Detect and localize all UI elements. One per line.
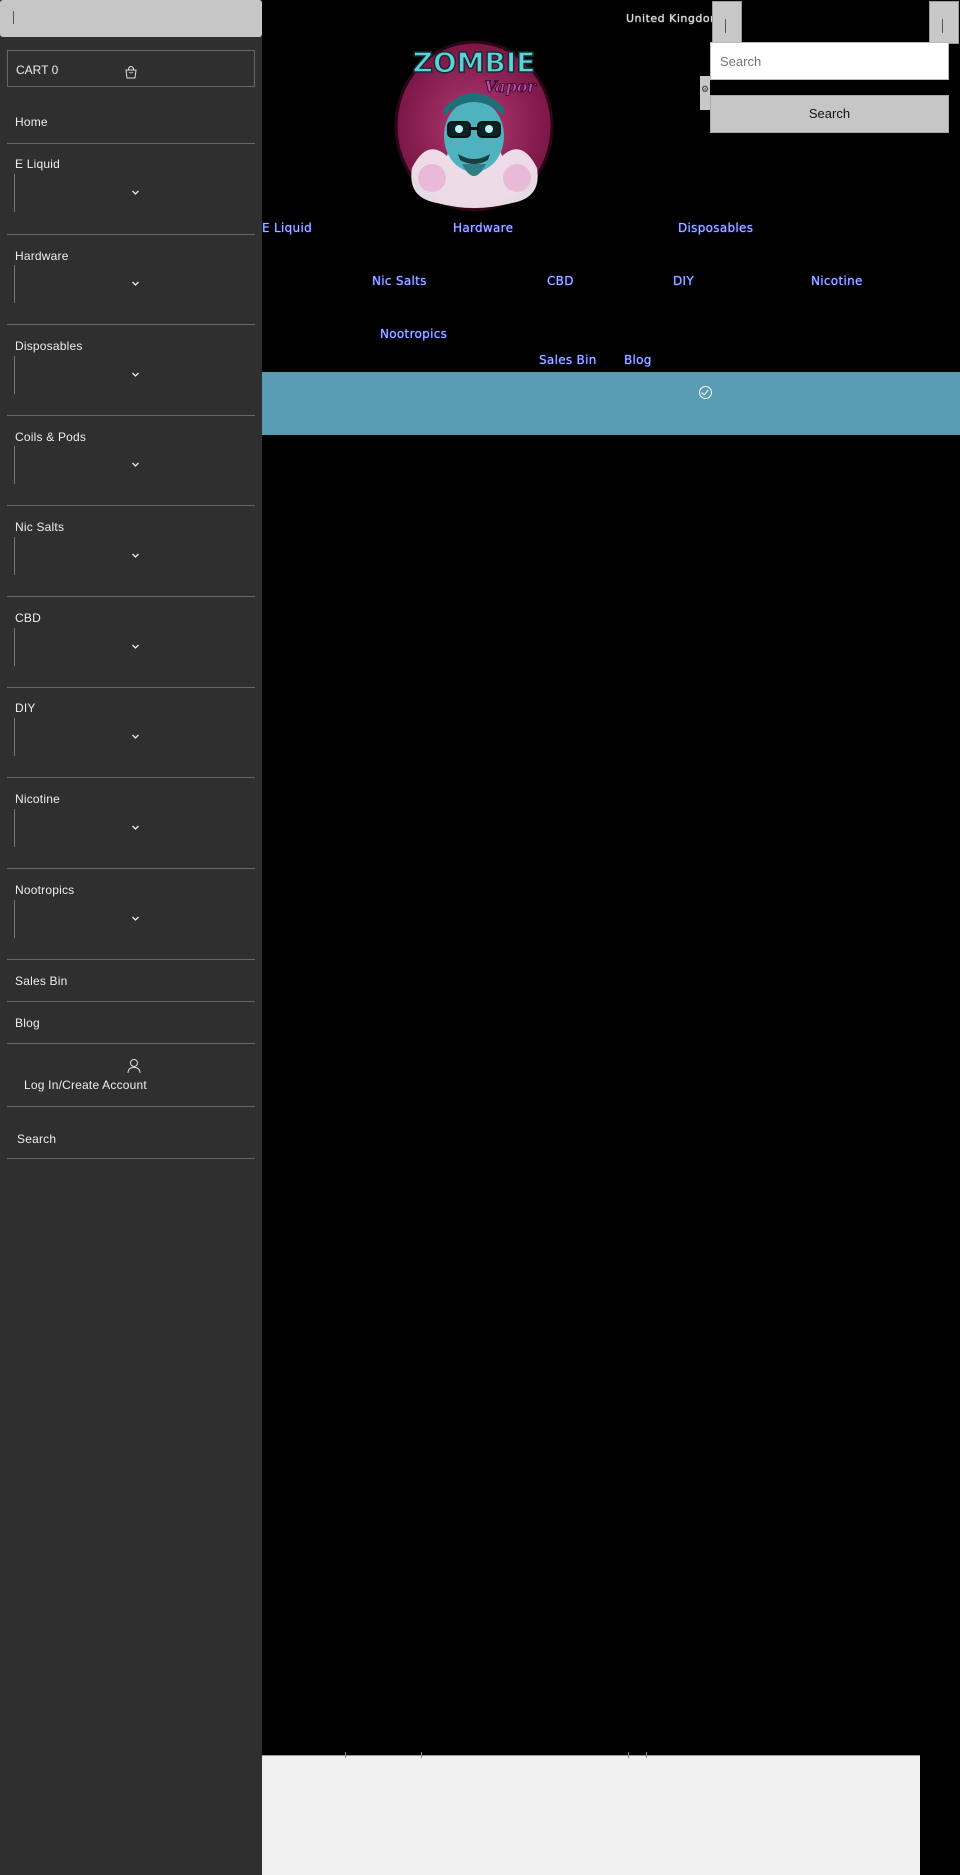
- drawer-item-cbd[interactable]: CBD: [7, 597, 255, 688]
- chevron-down-icon[interactable]: [131, 188, 140, 197]
- nav-hardware[interactable]: Hardware: [453, 221, 513, 235]
- nav-e-liquid[interactable]: E Liquid: [262, 221, 312, 235]
- nav-nicotine[interactable]: Nicotine: [811, 274, 863, 288]
- drawer-item-disposables[interactable]: Disposables: [7, 325, 255, 416]
- drawer-item-label: Nic Salts: [15, 520, 65, 534]
- logo-subtitle: Vapor: [484, 77, 537, 96]
- search-input[interactable]: [710, 42, 949, 80]
- footer-divider: [421, 1752, 422, 1758]
- nav-blog[interactable]: Blog: [624, 353, 652, 367]
- dropdown-select[interactable]: [14, 356, 15, 394]
- drawer-item-label: Home: [15, 115, 48, 129]
- chevron-down-icon[interactable]: [131, 823, 140, 832]
- drawer-item-sales-bin[interactable]: Sales Bin: [7, 960, 255, 1002]
- chevron-down-icon[interactable]: [131, 642, 140, 651]
- nav-nic-salts[interactable]: Nic Salts: [372, 274, 427, 288]
- drawer-item-home[interactable]: Home: [7, 103, 255, 144]
- drawer-item-nicotine[interactable]: Nicotine: [7, 778, 255, 869]
- drawer-item-label: Disposables: [15, 339, 83, 353]
- drawer-item-label: E Liquid: [15, 157, 60, 171]
- drawer-item-label: Coils & Pods: [15, 430, 87, 444]
- check-circle-icon: [699, 386, 712, 399]
- dropdown-select[interactable]: [14, 446, 15, 484]
- login-create-account-link[interactable]: Log In/Create Account: [7, 1045, 255, 1107]
- nav-sales-bin[interactable]: Sales Bin: [539, 353, 597, 367]
- drawer-item-label: Sales Bin: [15, 974, 68, 988]
- dropdown-select[interactable]: [14, 718, 15, 756]
- drawer-item-label: Hardware: [15, 249, 69, 263]
- dropdown-select[interactable]: [14, 809, 15, 847]
- drawer-item-hardware[interactable]: Hardware: [7, 235, 255, 325]
- currency-toggle-button[interactable]: [712, 1, 742, 44]
- drawer-item-label: Nicotine: [15, 792, 60, 806]
- drawer-search-link[interactable]: Search: [7, 1111, 255, 1159]
- dropdown-select[interactable]: [14, 174, 15, 212]
- footer-area: [262, 1755, 920, 1875]
- drawer-item-nic-salts[interactable]: Nic Salts: [7, 506, 255, 597]
- chevron-down-icon[interactable]: [131, 279, 140, 288]
- nav-cbd[interactable]: CBD: [547, 274, 574, 288]
- dropdown-select[interactable]: [14, 265, 15, 303]
- nav-nootropics[interactable]: Nootropics: [380, 327, 447, 341]
- search-toggle-tab[interactable]: ⚙: [700, 76, 710, 110]
- nav-diy[interactable]: DIY: [673, 274, 694, 288]
- drawer-item-diy[interactable]: DIY: [7, 688, 255, 778]
- chevron-down-icon[interactable]: [131, 370, 140, 379]
- dropdown-select[interactable]: [14, 900, 15, 938]
- account-label: Log In/Create Account: [24, 1078, 147, 1092]
- footer-divider: [628, 1752, 629, 1758]
- chevron-down-icon[interactable]: [131, 460, 140, 469]
- drawer-item-label: Blog: [15, 1016, 40, 1030]
- header-menu-button[interactable]: [929, 1, 959, 44]
- cart-label: CART 0: [16, 63, 59, 77]
- chevron-down-icon[interactable]: [131, 732, 140, 741]
- shopping-bag-icon: [125, 65, 137, 79]
- drawer-item-coils-pods[interactable]: Coils & Pods: [7, 416, 255, 506]
- drawer-item-nootropics[interactable]: Nootropics: [7, 869, 255, 960]
- cart-button[interactable]: CART 0: [7, 50, 255, 87]
- footer-divider: [646, 1752, 647, 1758]
- logo-title: ZOMBIE: [413, 46, 536, 79]
- drawer-item-label: Nootropics: [15, 883, 75, 897]
- search-button[interactable]: Search: [710, 95, 949, 133]
- zombie-vapor-logo[interactable]: ZOMBIE Vapor: [392, 38, 557, 213]
- drawer-search-label: Search: [17, 1132, 57, 1146]
- chevron-down-icon[interactable]: [131, 551, 140, 560]
- footer-divider: [345, 1752, 346, 1758]
- dropdown-select[interactable]: [14, 628, 15, 666]
- user-icon: [127, 1059, 141, 1074]
- mobile-menu-drawer: CART 0 Home E Liquid Hardware Disposable…: [0, 0, 262, 1875]
- nav-disposables[interactable]: Disposables: [678, 221, 753, 235]
- dropdown-select[interactable]: [14, 537, 15, 575]
- drawer-item-blog[interactable]: Blog: [7, 1002, 255, 1044]
- drawer-close-button[interactable]: [0, 0, 262, 37]
- drawer-item-e-liquid[interactable]: E Liquid: [7, 144, 255, 235]
- drawer-item-label: CBD: [15, 611, 41, 625]
- drawer-item-label: DIY: [15, 701, 36, 715]
- chevron-down-icon[interactable]: [131, 914, 140, 923]
